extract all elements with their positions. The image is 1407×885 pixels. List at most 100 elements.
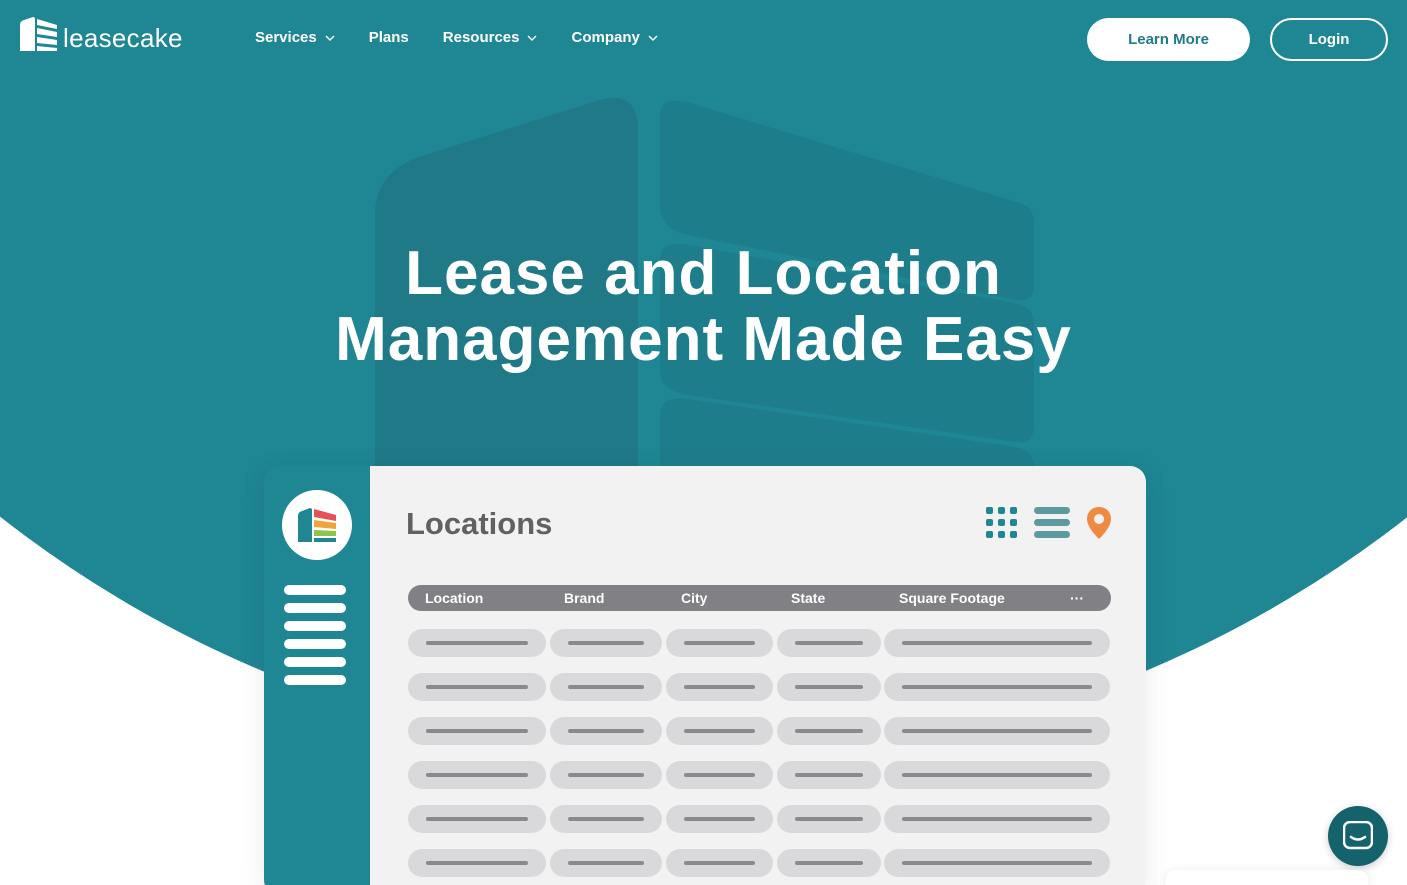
table-cell-placeholder	[666, 673, 773, 701]
column-header-state: State	[791, 590, 826, 606]
table-cell-placeholder	[550, 717, 662, 745]
list-view-icon	[1034, 507, 1070, 538]
placeholder-line	[568, 817, 644, 821]
table-cell-placeholder	[777, 717, 881, 745]
table-cell-placeholder	[666, 849, 773, 877]
placeholder-line	[684, 641, 755, 645]
placeholder-line	[568, 729, 644, 733]
placeholder-line	[795, 641, 863, 645]
placeholder-line	[795, 685, 863, 689]
table-cell-placeholder	[777, 805, 881, 833]
placeholder-line	[902, 817, 1092, 821]
placeholder-line	[426, 729, 528, 733]
leasecake-color-logo-icon	[298, 508, 336, 542]
top-navigation: leasecake Services Plans Resources Compa…	[0, 0, 1407, 80]
table-cell-placeholder	[408, 761, 546, 789]
table-cell-placeholder	[884, 805, 1110, 833]
sidebar-line	[284, 639, 346, 649]
placeholder-line	[684, 861, 755, 865]
placeholder-line	[902, 729, 1092, 733]
nav-item-label: Plans	[368, 29, 409, 46]
table-cell-placeholder	[550, 849, 662, 877]
chevron-down-icon	[648, 35, 658, 41]
view-switcher	[986, 506, 1112, 540]
placeholder-line	[795, 773, 863, 777]
placeholder-line	[426, 773, 528, 777]
leasecake-logo[interactable]: leasecake	[20, 17, 183, 51]
table-cell-placeholder	[550, 805, 662, 833]
sidebar-line	[284, 675, 346, 685]
learn-more-button[interactable]: Learn More	[1087, 18, 1250, 61]
placeholder-line	[902, 861, 1092, 865]
table-cell-placeholder	[884, 717, 1110, 745]
table-cell-placeholder	[666, 761, 773, 789]
table-cell-placeholder	[666, 629, 773, 657]
table-cell-placeholder	[777, 849, 881, 877]
chevron-down-icon	[325, 35, 335, 41]
hero-title-line-2: Management Made Easy	[335, 305, 1072, 374]
placeholder-line	[902, 685, 1092, 689]
table-cell-placeholder	[884, 629, 1110, 657]
placeholder-line	[684, 685, 755, 689]
column-header-location: Location	[425, 590, 484, 606]
nav-menu: Services Plans Resources Company	[255, 29, 658, 46]
column-header-city: City	[681, 590, 708, 606]
leasecake-logo-icon	[20, 17, 57, 51]
app-sidebar	[264, 466, 370, 885]
table-cell-placeholder	[408, 629, 546, 657]
placeholder-line	[426, 641, 528, 645]
chat-preview-card	[1166, 870, 1368, 885]
nav-item-label: Resources	[442, 29, 520, 46]
table-cell-placeholder	[408, 717, 546, 745]
placeholder-line	[684, 817, 755, 821]
nav-item-services[interactable]: Services	[255, 29, 335, 46]
placeholder-line	[795, 861, 863, 865]
placeholder-line	[426, 861, 528, 865]
table-cell-placeholder	[550, 761, 662, 789]
nav-item-resources[interactable]: Resources	[443, 29, 538, 46]
chevron-down-icon	[527, 35, 537, 41]
app-main-panel: Locations Location Brand City State Squa…	[370, 466, 1146, 885]
placeholder-line	[795, 817, 863, 821]
table-cell-placeholder	[408, 673, 546, 701]
login-button[interactable]: Login	[1270, 18, 1388, 61]
nav-item-plans[interactable]: Plans	[369, 29, 409, 46]
column-header-brand: Brand	[564, 590, 605, 606]
table-cell-placeholder	[666, 805, 773, 833]
placeholder-line	[902, 641, 1092, 645]
placeholder-line	[426, 817, 528, 821]
placeholder-line	[568, 685, 644, 689]
sidebar-line	[284, 657, 346, 667]
nav-item-company[interactable]: Company	[571, 29, 658, 46]
app-title: Locations	[406, 506, 553, 541]
table-cell-placeholder	[408, 805, 546, 833]
table-cell-placeholder	[884, 761, 1110, 789]
app-logo	[282, 490, 352, 560]
table-header: Location Brand City State Square Footage…	[408, 585, 1111, 611]
placeholder-line	[684, 729, 755, 733]
chat-icon	[1343, 821, 1373, 850]
placeholder-line	[902, 773, 1092, 777]
placeholder-line	[568, 773, 644, 777]
sidebar-line	[284, 585, 346, 595]
table-cell-placeholder	[408, 849, 546, 877]
nav-item-label: Services	[255, 29, 317, 46]
table-cell-placeholder	[884, 673, 1110, 701]
table-cell-placeholder	[550, 629, 662, 657]
hero-title: Lease and Location Management Made Easy	[0, 241, 1407, 373]
table-cell-placeholder	[777, 673, 881, 701]
placeholder-line	[568, 641, 644, 645]
table-cell-placeholder	[884, 849, 1110, 877]
chat-launcher-button[interactable]	[1328, 806, 1388, 866]
column-header-more: ···	[1070, 590, 1084, 606]
placeholder-line	[795, 729, 863, 733]
placeholder-line	[568, 861, 644, 865]
table-cell-placeholder	[550, 673, 662, 701]
sidebar-line	[284, 603, 346, 613]
placeholder-line	[426, 685, 528, 689]
placeholder-line	[684, 773, 755, 777]
map-pin-icon	[1087, 507, 1111, 539]
table-cell-placeholder	[666, 717, 773, 745]
grid-view-icon	[986, 507, 1017, 538]
table-cell-placeholder	[777, 629, 881, 657]
